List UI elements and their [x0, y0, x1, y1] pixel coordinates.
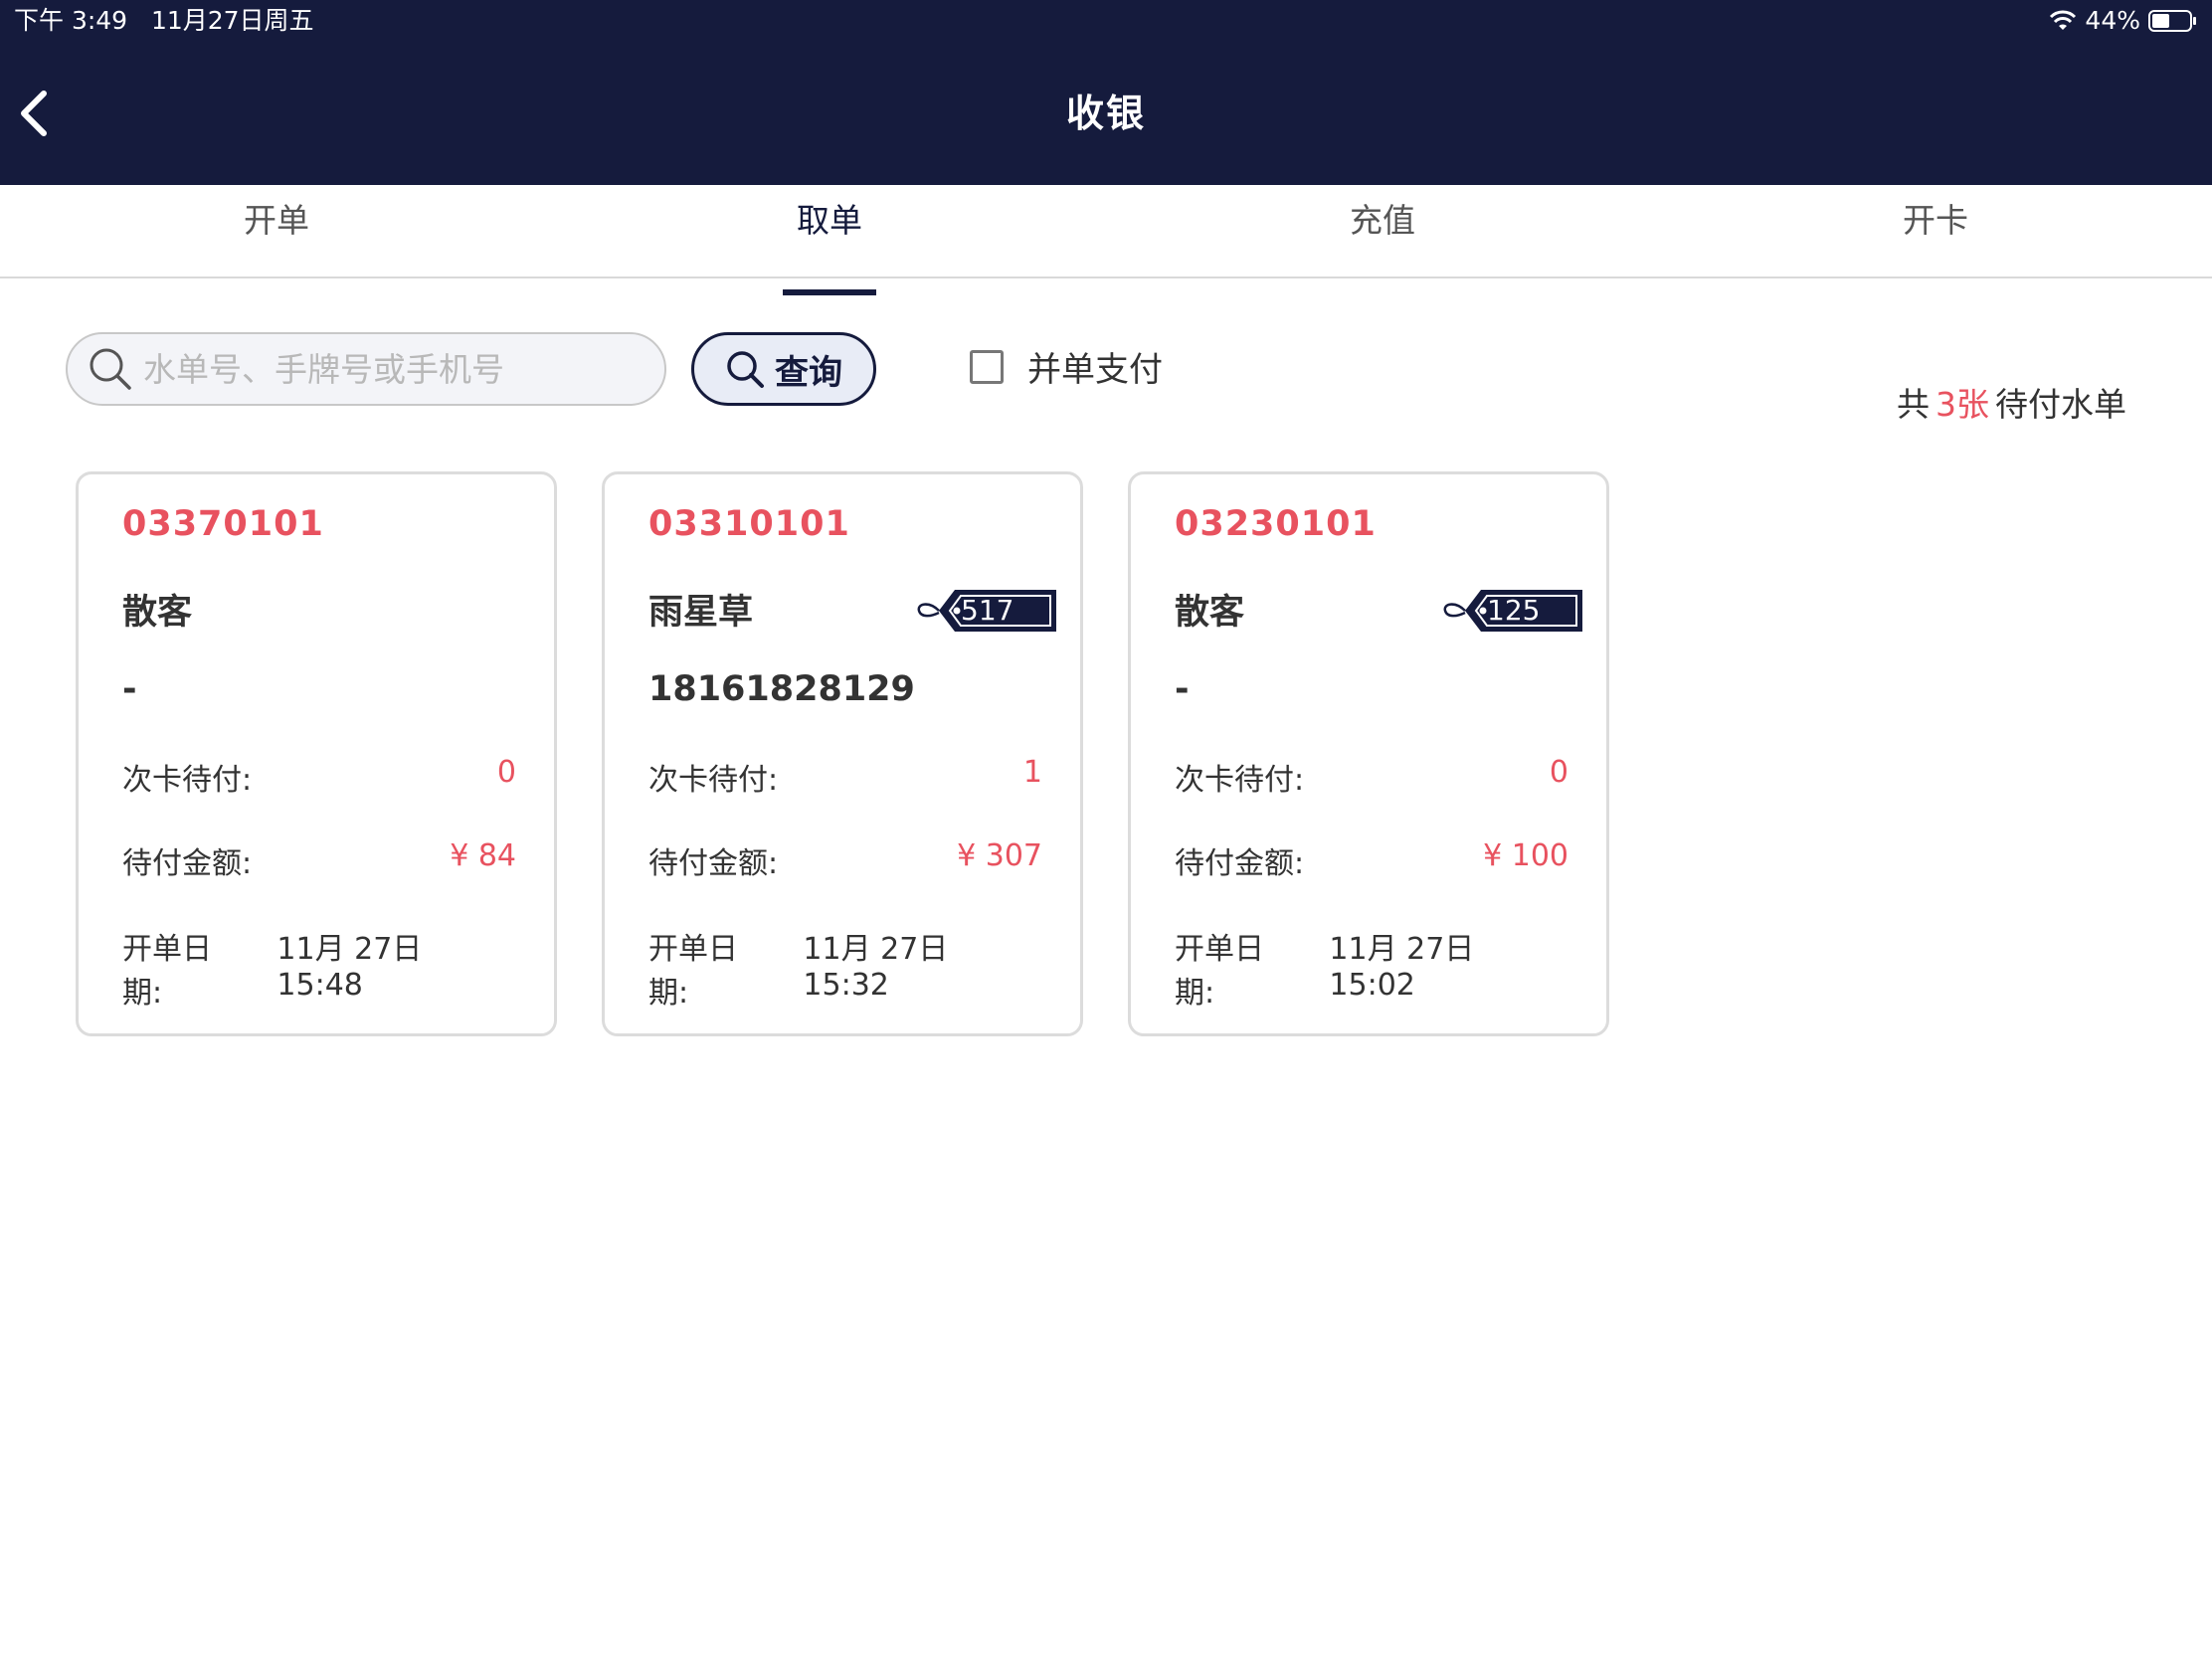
search-icon [727, 351, 764, 388]
card-pending-row: 次卡待付: 0 [1175, 755, 1568, 799]
customer-phone: - [122, 669, 137, 709]
order-card[interactable]: 03230101 散客 125 - 次卡待付: 0 待付金额: ¥ 100 开单… [1128, 471, 1609, 1036]
order-card[interactable]: 03370101 散客 - 次卡待付: 0 待付金额: ¥ 84 开单日期: 1… [76, 471, 557, 1036]
card-pending-row: 次卡待付: 0 [122, 755, 516, 799]
summary-suffix: 待付水单 [1995, 385, 2126, 424]
amount-row: 待付金额: ¥ 307 [648, 838, 1042, 882]
hand-tag-number: 125 [1487, 594, 1541, 627]
search-icon [90, 348, 131, 390]
search-input[interactable] [141, 348, 623, 390]
battery-icon [2148, 9, 2198, 33]
customer-name: 雨星草 [648, 593, 754, 633]
customer-phone: 18161828129 [648, 669, 915, 709]
wifi-icon [2049, 10, 2077, 32]
merge-pay-label: 并单支付 [1027, 350, 1163, 390]
card-pending-value: 1 [1022, 755, 1042, 790]
battery-percent: 44% [2085, 6, 2140, 35]
amount-value: ¥ 307 [957, 838, 1042, 873]
date-label: 开单日期: [648, 932, 738, 1011]
status-bar-right: 44% [2049, 4, 2198, 38]
summary-prefix: 共 [1897, 385, 1930, 424]
customer-phone: - [1175, 669, 1190, 709]
card-pending-value: 0 [1549, 755, 1568, 790]
search-box [66, 332, 666, 406]
amount-row: 待付金额: ¥ 84 [122, 838, 516, 882]
pending-orders-summary: 共 3张 待付水单 [1897, 378, 2126, 426]
tab-retrieve-order[interactable]: 取单 [553, 185, 1106, 295]
date-value: 11月 27日 15:48 [276, 932, 423, 1003]
amount-value: ¥ 100 [1483, 838, 1568, 873]
order-number: 03230101 [1175, 504, 1377, 544]
amount-value: ¥ 84 [450, 838, 516, 873]
tab-open-order[interactable]: 开单 [0, 185, 553, 276]
order-number: 03370101 [122, 504, 324, 544]
amount-label: 待付金额: [1175, 846, 1305, 881]
date-row: 开单日期: 11月 27日 15:48 [122, 924, 516, 1012]
date-label: 开单日期: [122, 932, 212, 1011]
card-pending-label: 次卡待付: [122, 763, 253, 798]
hand-tag-number: 517 [961, 594, 1014, 627]
customer-name: 散客 [1175, 593, 1245, 633]
tab-open-card[interactable]: 开卡 [1659, 185, 2212, 276]
amount-label: 待付金额: [122, 846, 253, 881]
date-label: 开单日期: [1175, 932, 1264, 1011]
amount-row: 待付金额: ¥ 100 [1175, 838, 1568, 882]
app-header: 下午 3:49 11月27日周五 44% 收银 [0, 0, 2212, 185]
date-row: 开单日期: 11月 27日 15:02 [1175, 924, 1568, 1012]
tab-bar: 开单 取单 充值 开卡 [0, 185, 2212, 295]
query-button-label: 查询 [775, 352, 842, 393]
status-date: 11月27日周五 [150, 6, 314, 35]
order-number: 03310101 [648, 504, 850, 544]
customer-name: 散客 [122, 593, 193, 633]
page-title: 收银 [1065, 92, 1146, 135]
card-pending-value: 0 [496, 755, 516, 790]
card-pending-label: 次卡待付: [1175, 763, 1305, 798]
merge-pay-checkbox[interactable] [970, 349, 1004, 384]
date-value: 11月 27日 15:32 [803, 932, 949, 1003]
tab-recharge[interactable]: 充值 [1106, 185, 1659, 276]
status-bar-time: 下午 3:49 11月27日周五 [14, 4, 314, 38]
query-button[interactable]: 查询 [691, 332, 876, 406]
status-time: 下午 3:49 [14, 6, 128, 35]
amount-label: 待付金额: [648, 846, 779, 881]
date-row: 开单日期: 11月 27日 15:32 [648, 924, 1042, 1012]
merge-pay-toggle[interactable]: 并单支付 [970, 342, 1163, 391]
card-pending-label: 次卡待付: [648, 763, 779, 798]
summary-count: 3张 [1936, 385, 1989, 424]
date-value: 11月 27日 15:02 [1329, 932, 1475, 1003]
order-card[interactable]: 03310101 雨星草 517 18161828129 次卡待付: 1 待付金… [602, 471, 1083, 1036]
card-pending-row: 次卡待付: 1 [648, 755, 1042, 799]
